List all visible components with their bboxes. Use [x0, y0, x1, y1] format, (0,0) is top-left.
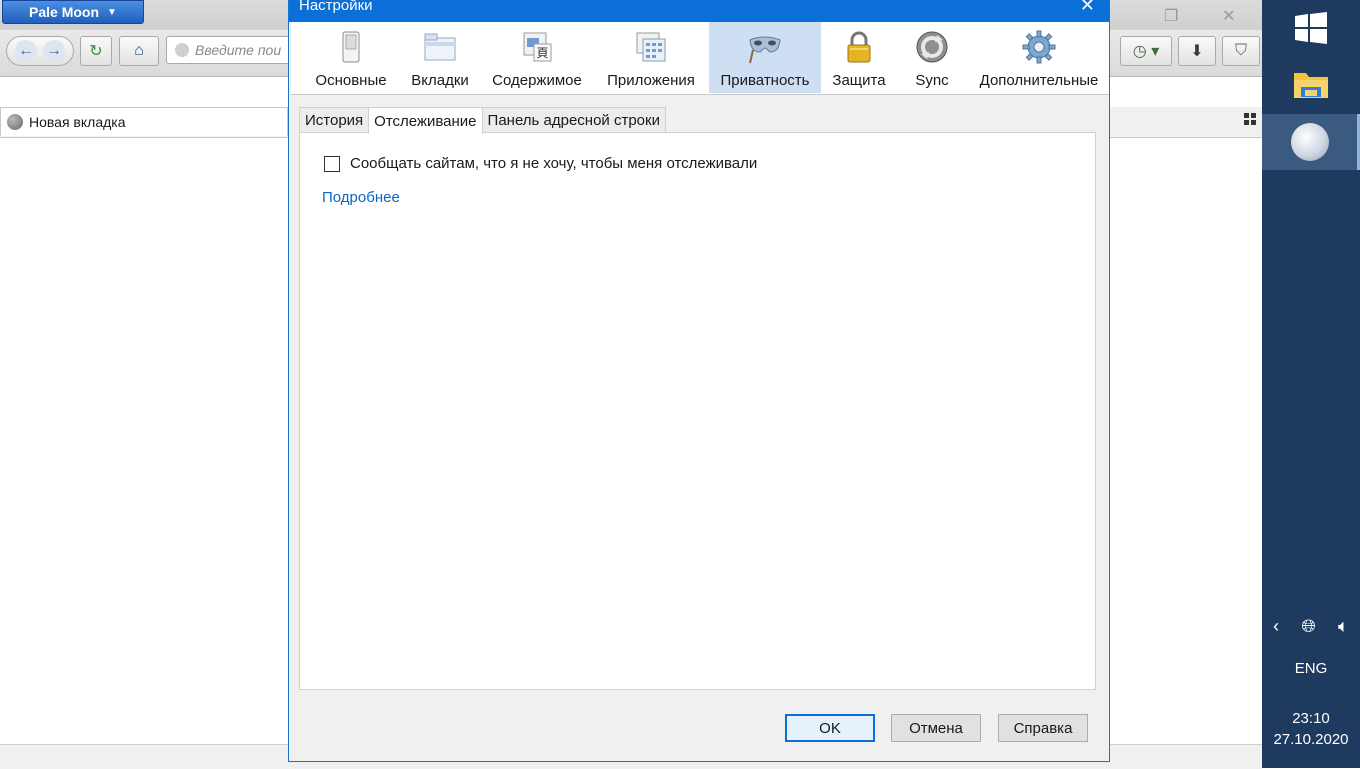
downloads-button[interactable]: ⬇	[1178, 36, 1216, 66]
applications-icon	[636, 32, 666, 62]
clock[interactable]: 23:10 27.10.2020	[1262, 708, 1360, 750]
pane-applications[interactable]: Приложения	[593, 22, 709, 93]
tab-title: Новая вкладка	[29, 114, 126, 130]
browser-tab[interactable]: Новая вкладка	[0, 107, 288, 136]
pane-label: Приложения	[607, 72, 695, 89]
pane-security[interactable]: Защита	[823, 22, 895, 93]
windows-logo-icon	[1295, 12, 1327, 44]
general-switch-icon	[342, 31, 360, 63]
help-button[interactable]: Справка	[998, 714, 1088, 742]
palemoon-icon	[1290, 123, 1329, 161]
url-input[interactable]: Введите пои	[166, 36, 306, 64]
back-arrow-icon[interactable]: ←	[15, 40, 37, 62]
language-indicator[interactable]: ENG	[1262, 660, 1360, 677]
pane-general[interactable]: Основные	[305, 22, 397, 93]
windows-taskbar: ‹ 🌐︎ 🔈︎ ENG 23:10 27.10.2020	[1262, 0, 1360, 768]
list-all-tabs-button[interactable]	[1244, 113, 1256, 125]
privacy-subtabs: История Отслеживание Панель адресной стр…	[299, 107, 666, 134]
dropdown-arrow-icon: ▼	[107, 6, 117, 18]
clock-date: 27.10.2020	[1273, 731, 1349, 748]
chevron-left-icon[interactable]: ‹	[1273, 616, 1279, 637]
pane-label: Приватность	[720, 72, 810, 89]
do-not-track-option[interactable]: Сообщать сайтам, что я не хочу, чтобы ме…	[324, 155, 757, 172]
reload-icon: ↻	[89, 43, 103, 60]
home-icon: ⌂	[134, 42, 144, 59]
security-lock-icon	[847, 31, 871, 63]
file-explorer-button[interactable]	[1262, 56, 1360, 112]
settings-dialog: Настройки ✕ Основные Вкладки 頁 Содержимо…	[288, 0, 1110, 762]
volume-icon[interactable]: 🔈︎	[1338, 616, 1349, 637]
svg-text:頁: 頁	[536, 46, 548, 60]
privacy-pane-body: История Отслеживание Панель адресной стр…	[299, 107, 1097, 690]
clock-time: 23:10	[1292, 710, 1330, 727]
folder-icon	[1294, 73, 1328, 98]
shield-icon: ⛉	[1234, 42, 1247, 59]
url-placeholder: Введите пои	[195, 42, 282, 58]
site-identity-icon	[175, 43, 189, 57]
pane-privacy[interactable]: Приватность	[709, 22, 821, 93]
learn-more-link[interactable]: Подробнее	[322, 189, 400, 206]
pane-label: Вкладки	[411, 72, 469, 89]
pane-advanced[interactable]: Дополнительные	[971, 22, 1107, 93]
forward-arrow-icon[interactable]: →	[43, 40, 65, 62]
pane-label: Sync	[915, 72, 949, 89]
cancel-button[interactable]: Отмена	[891, 714, 981, 742]
download-arrow-icon: ⬇	[1190, 43, 1204, 60]
tabs-icon	[424, 33, 456, 61]
history-button[interactable]: ◷ ▾	[1120, 36, 1172, 66]
network-globe-icon[interactable]: 🌐︎	[1301, 616, 1315, 637]
pane-content[interactable]: 頁 Содержимое	[483, 22, 591, 93]
clock-icon: ◷ ▾	[1132, 43, 1160, 60]
ublock-button[interactable]: ⛉	[1222, 36, 1260, 66]
do-not-track-checkbox[interactable]	[324, 155, 340, 172]
dialog-titlebar: Настройки ✕	[289, 0, 1109, 22]
close-icon[interactable]: ✕	[1080, 0, 1095, 14]
tab-tracking[interactable]: Отслеживание	[368, 107, 483, 134]
pane-tabs[interactable]: Вкладки	[399, 22, 481, 93]
pane-label: Основные	[315, 72, 387, 89]
ok-button[interactable]: OK	[785, 714, 875, 742]
pane-label: Содержимое	[492, 72, 582, 89]
app-menu-label: Pale Moon	[29, 4, 100, 20]
palemoon-taskbar-button[interactable]	[1262, 114, 1360, 170]
reload-button[interactable]: ↻	[80, 36, 112, 66]
advanced-gear-icon	[1022, 30, 1056, 64]
tab-location-bar[interactable]: Панель адресной строки	[481, 107, 666, 133]
pane-selector: Основные Вкладки 頁 Содержимое Приложения…	[291, 22, 1109, 95]
system-tray: ‹ 🌐︎ 🔈︎	[1262, 616, 1360, 637]
pane-label: Защита	[832, 72, 886, 89]
tracking-panel: Сообщать сайтам, что я не хочу, чтобы ме…	[299, 132, 1096, 690]
home-button[interactable]: ⌂	[119, 36, 159, 66]
sync-icon	[916, 31, 948, 63]
dialog-title: Настройки	[299, 0, 373, 14]
do-not-track-label[interactable]: Сообщать сайтам, что я не хочу, чтобы ме…	[350, 155, 757, 172]
start-button[interactable]	[1262, 0, 1360, 56]
globe-icon	[7, 114, 23, 130]
pane-label: Дополнительные	[979, 72, 1099, 89]
close-window-icon[interactable]: ✕	[1222, 6, 1235, 26]
back-forward-group: ← →	[6, 36, 74, 66]
restore-window-icon[interactable]: ❐	[1164, 6, 1178, 26]
pane-sync[interactable]: Sync	[897, 22, 967, 93]
tab-history[interactable]: История	[299, 107, 370, 133]
privacy-mask-icon	[749, 36, 781, 64]
content-icon: 頁	[523, 32, 552, 62]
app-menu-button[interactable]: Pale Moon ▼	[2, 0, 144, 24]
